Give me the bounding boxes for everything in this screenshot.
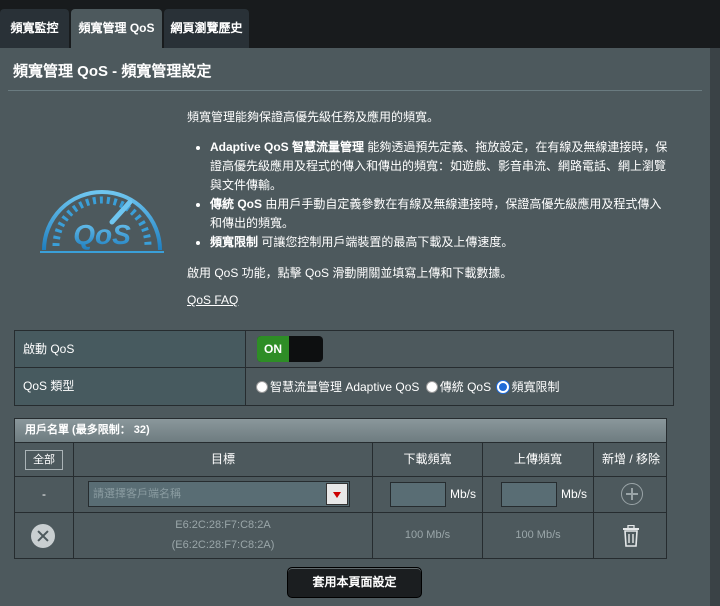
tab-qos[interactable]: 頻寬管理 QoS [71,9,162,48]
add-icon[interactable] [621,483,643,505]
col-download: 下載頻寬 [372,443,482,476]
radio-adaptive-qos-label: 智慧流量管理 Adaptive QoS [270,380,420,394]
enable-qos-row: 啟動 QoS ON [15,331,673,368]
tab-bandwidth-monitor[interactable]: 頻寬監控 [0,9,69,48]
col-add-remove: 新增 / 移除 [593,443,668,476]
radio-traditional-qos-label: 傳統 QoS [439,380,492,394]
col-target: 目標 [73,443,372,476]
trash-icon[interactable] [621,525,641,547]
list-item: 頻寬限制 可讓您控制用戶端裝置的最高下載及上傳速度。 [210,233,672,252]
radio-traditional-qos[interactable] [425,381,438,393]
client-download: 100 Mb/s [372,513,482,558]
client-name-select[interactable]: 請選擇客戶端名稱 [88,481,350,507]
qos-faq-link[interactable]: QoS FAQ [187,293,238,307]
upload-input-cell: Mb/s [482,477,593,512]
bullet-title: Adaptive QoS 智慧流量管理 [210,140,365,154]
client-mac: E6:2C:28:F7:C8:2A [175,519,271,531]
enable-instructions: 啟用 QoS 功能，點擊 QoS 滑動開關並填寫上傳和下載數據。 [187,266,513,280]
qos-settings-table: 啟動 QoS ON QoS 類型 智慧流量管理 Adaptive QoS 傳統 … [14,330,674,406]
qos-type-label: QoS 類型 [15,368,245,405]
download-input-cell: Mb/s [372,477,482,512]
upload-bandwidth-input[interactable] [501,482,557,507]
client-list-table: 用戶名單 (最多限制： 32) 全部 目標 下載頻寬 上傳頻寬 新增 / 移除 … [14,418,667,559]
client-upload: 100 Mb/s [482,513,593,558]
qos-type-radios: 智慧流量管理 Adaptive QoS 傳統 QoS 頻寬限制 [256,378,562,395]
intro-text: 頻寬管理能夠保證高優先級任務及應用的頻寬。 [187,110,440,124]
add-cell [593,477,668,512]
apply-settings-button[interactable]: 套用本頁面設定 [287,567,422,598]
tab-web-history[interactable]: 網頁瀏覽歷史 [164,9,249,48]
dash-cell: - [42,487,46,501]
svg-text:QoS: QoS [73,219,131,250]
client-select-cell: 請選擇客戶端名稱 [73,477,372,512]
add-client-row: - 請選擇客戶端名稱 Mb/s Mb/s [15,476,666,512]
main-panel: 頻寬管理 QoS - 頻寬管理設定 QoS 頻寬管理能夠保證高優先級任務及應用的… [0,48,710,606]
select-all-button[interactable]: 全部 [25,450,63,470]
all-cell: 全部 [15,443,73,476]
upload-unit: Mb/s [561,487,588,501]
qos-type-value: 智慧流量管理 Adaptive QoS 傳統 QoS 頻寬限制 [245,368,673,405]
client-mac-sub: (E6:2C:28:F7:C8:2A) [171,539,275,551]
bullet-text: 由用戶手動自定義參數在有線及無線連接時，保證高優先級應用及程式傳入和傳出的頻寬。 [210,197,662,230]
delete-cell [15,513,73,558]
enable-qos-value: ON [245,331,673,367]
delete-circle-icon[interactable] [31,524,55,548]
list-item: Adaptive QoS 智慧流量管理 能夠透過預先定義、拖放設定，在有線及無線… [210,138,672,195]
client-mac-cell: E6:2C:28:F7:C8:2A (E6:2C:28:F7:C8:2A) [73,513,372,558]
radio-adaptive-qos[interactable] [256,381,268,393]
bullet-title: 頻寬限制 [210,235,259,249]
radio-bandwidth-limiter-label: 頻寬限制 [511,380,560,394]
select-placeholder: 請選擇客戶端名稱 [93,488,181,500]
bullet-title: 傳統 QoS [210,197,263,211]
qos-type-row: QoS 類型 智慧流量管理 Adaptive QoS 傳統 QoS 頻寬限制 [15,368,673,405]
feature-list: Adaptive QoS 智慧流量管理 能夠透過預先定義、拖放設定，在有線及無線… [210,138,672,252]
radio-bandwidth-limiter[interactable] [497,381,510,393]
page-title: 頻寬管理 QoS - 頻寬管理設定 [13,63,212,80]
client-list-header: 用戶名單 (最多限制： 32) [15,419,666,442]
title-divider [8,90,702,91]
bullet-text: 可讓您控制用戶端裝置的最高下載及上傳速度。 [258,235,514,249]
column-header-row: 全部 目標 下載頻寬 上傳頻寬 新增 / 移除 [15,442,666,476]
chevron-down-icon[interactable] [326,483,348,505]
qos-logo-icon: QoS [40,190,164,253]
list-item: 傳統 QoS 由用戶手動自定義參數在有線及無線連接時，保證高優先級應用及程式傳入… [210,195,672,233]
col-upload: 上傳頻寬 [482,443,593,476]
download-unit: Mb/s [450,487,477,501]
toggle-on-label: ON [257,336,289,362]
toggle-knob [289,336,323,362]
table-row: E6:2C:28:F7:C8:2A (E6:2C:28:F7:C8:2A) 10… [15,512,666,558]
download-bandwidth-input[interactable] [390,482,446,507]
remove-cell [593,513,668,558]
enable-qos-label: 啟動 QoS [15,331,245,367]
tab-bar: 頻寬監控 頻寬管理 QoS 網頁瀏覽歷史 [0,0,720,48]
qos-toggle[interactable]: ON [257,336,323,362]
